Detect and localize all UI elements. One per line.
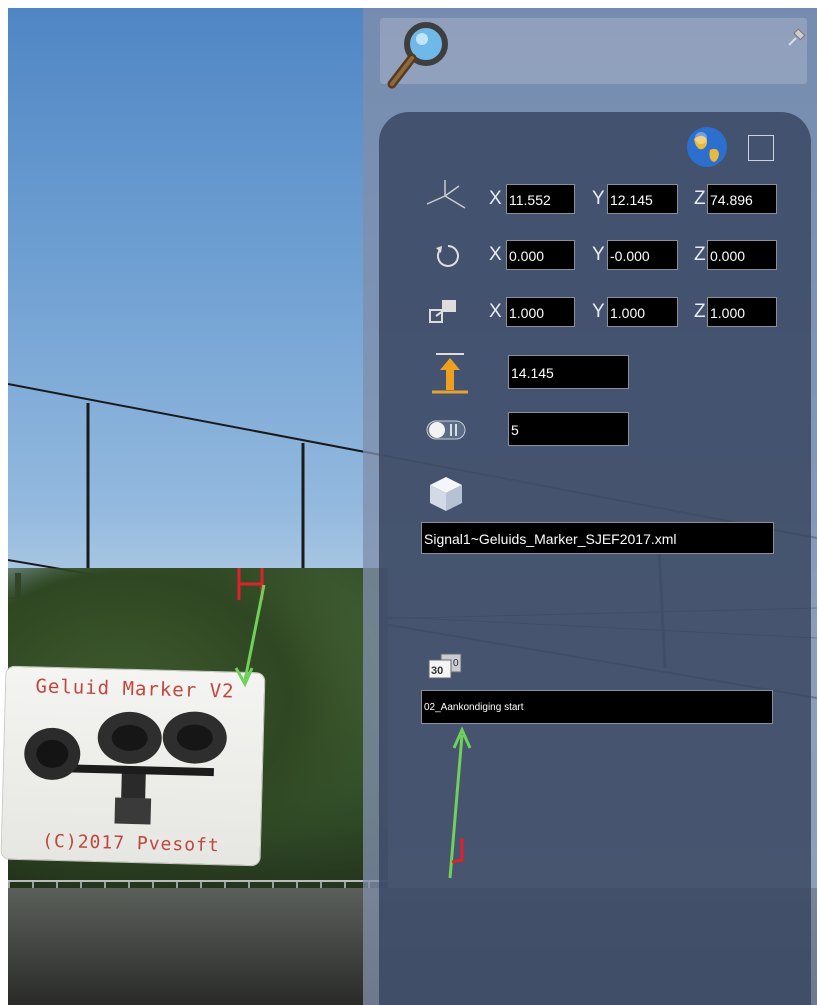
pos-z-label: Z bbox=[694, 188, 706, 209]
pos-y-label: Y bbox=[592, 188, 605, 209]
height-icon bbox=[432, 353, 468, 394]
position-axes-icon bbox=[426, 180, 466, 209]
rotation-icon bbox=[436, 245, 459, 267]
scale-y-field[interactable]: 1.000 bbox=[607, 297, 678, 327]
pos-x-label: X bbox=[489, 188, 502, 209]
globe-icon[interactable] bbox=[684, 124, 730, 170]
count-field[interactable]: 5 bbox=[508, 412, 629, 446]
height-field[interactable]: 14.145 bbox=[508, 355, 629, 389]
scale-z-field[interactable]: 1.000 bbox=[707, 297, 777, 327]
sound-marker-sign[interactable]: Geluid Marker V2 (C)2017 Pvesoft bbox=[1, 666, 265, 866]
world-space-checkbox[interactable] bbox=[748, 135, 774, 161]
svg-text:30: 30 bbox=[431, 665, 443, 677]
rot-x-label: X bbox=[489, 244, 502, 265]
scale-z-label: Z bbox=[694, 301, 706, 322]
pos-z-field[interactable]: 74.896 bbox=[707, 184, 777, 214]
object-cube-icon bbox=[430, 477, 462, 511]
svg-text:0: 0 bbox=[453, 658, 459, 669]
object-file-field[interactable]: Signal1~Geluids_Marker_SJEF2017.xml bbox=[421, 522, 774, 554]
magnifier-icon[interactable] bbox=[384, 18, 454, 94]
pos-x-field[interactable]: 11.552 bbox=[506, 184, 575, 214]
pin-icon[interactable] bbox=[786, 26, 808, 48]
sound-name-field[interactable]: 02_Aankondiging start bbox=[421, 690, 773, 724]
rot-z-label: Z bbox=[694, 244, 706, 265]
rot-x-field[interactable]: 0.000 bbox=[506, 240, 575, 270]
sound-id-icon: 30 0 bbox=[428, 653, 462, 679]
scale-y-label: Y bbox=[592, 301, 605, 322]
rot-y-field[interactable]: -0.000 bbox=[607, 240, 678, 270]
scale-icon bbox=[429, 300, 456, 323]
rot-z-field[interactable]: 0.000 bbox=[707, 240, 777, 270]
toggle-count-icon bbox=[426, 420, 466, 440]
pos-y-field[interactable]: 12.145 bbox=[607, 184, 678, 214]
scale-x-field[interactable]: 1.000 bbox=[506, 297, 575, 327]
rot-y-label: Y bbox=[592, 244, 605, 265]
loudspeaker-image bbox=[24, 711, 227, 825]
scale-x-label: X bbox=[489, 301, 502, 322]
marker-footer: (C)2017 Pvesoft bbox=[41, 830, 220, 857]
